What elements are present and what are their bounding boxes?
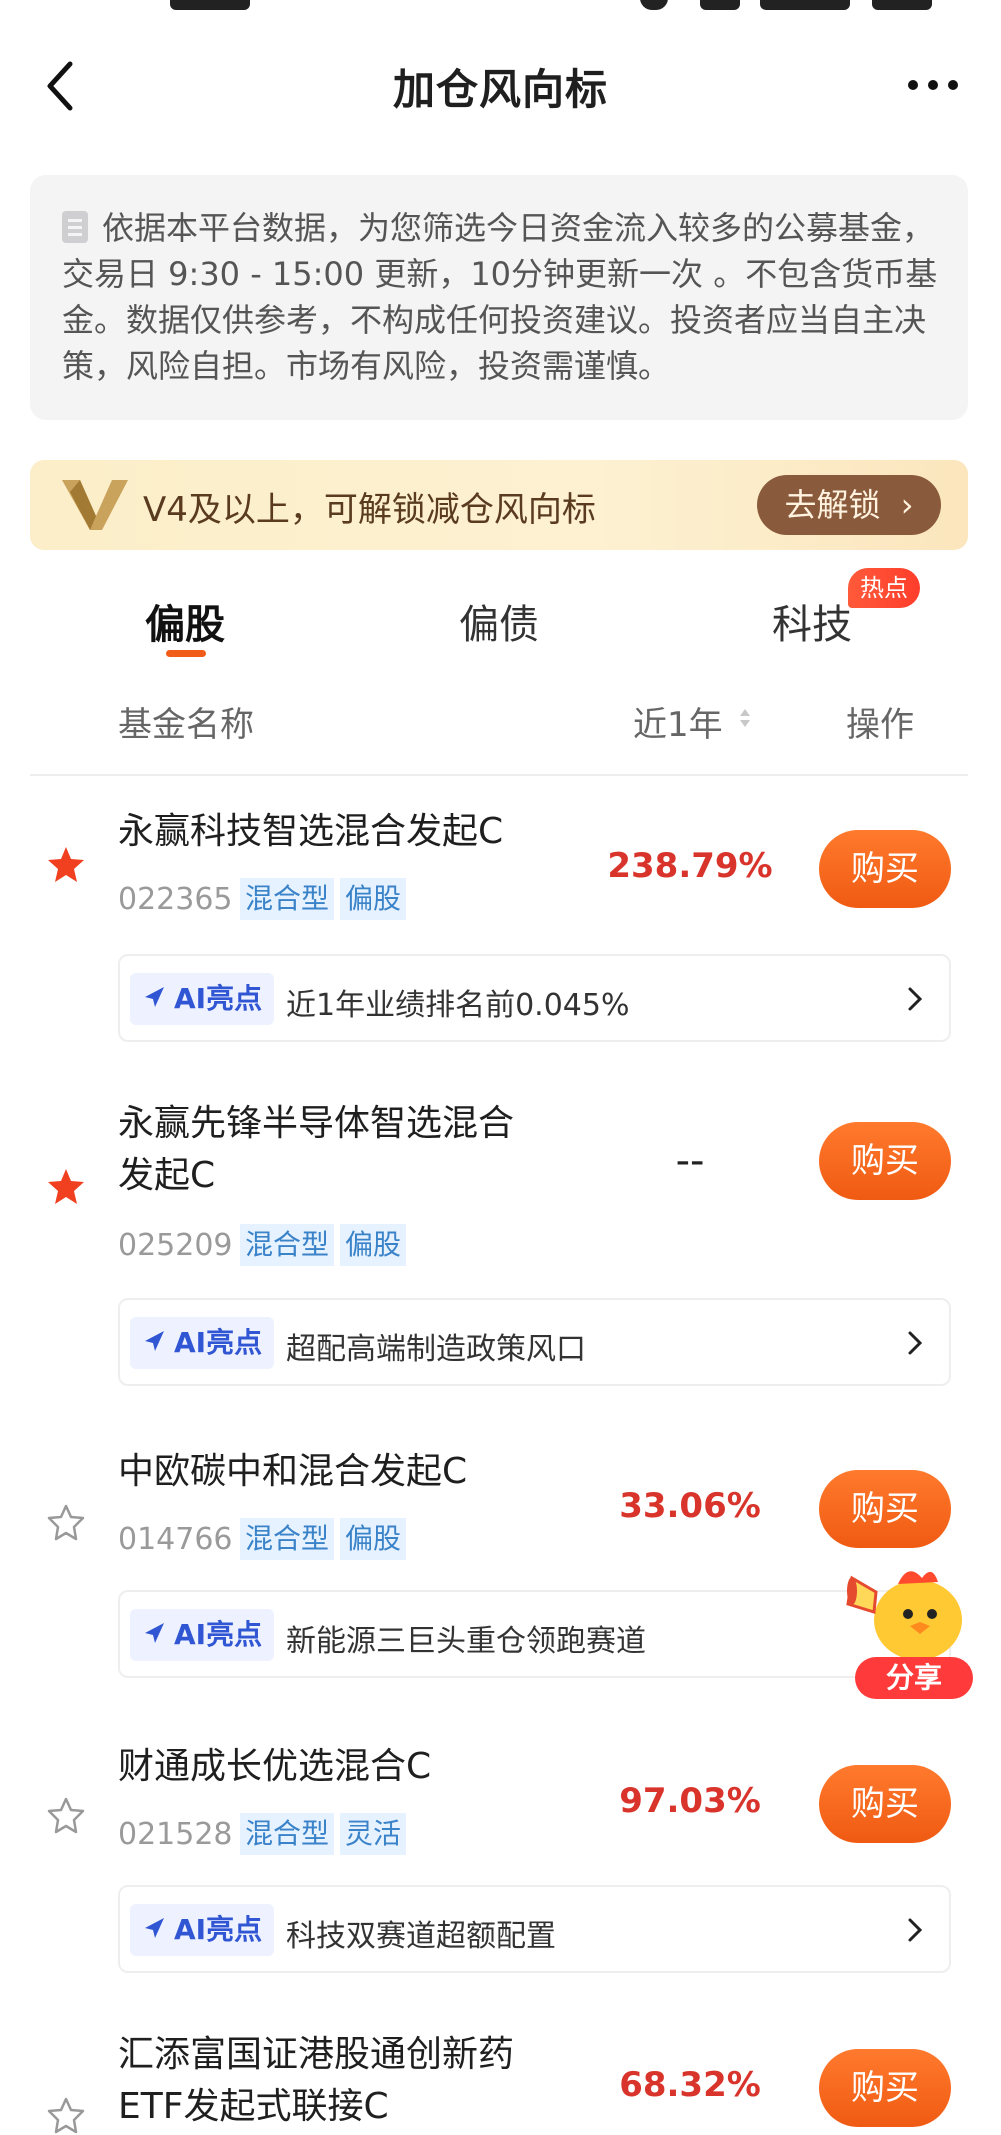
ai-badge: AI亮点 <box>130 1317 275 1369</box>
fund-name[interactable]: 汇添富国证港股通创新药 ETF发起式联接C <box>118 2029 618 2133</box>
tab-stock-biased[interactable]: 偏股 <box>145 592 225 650</box>
more-dots-icon <box>908 80 958 90</box>
fund-name[interactable]: 永赢科技智选混合发起C <box>118 806 618 858</box>
ai-highlight-bar[interactable]: AI亮点 近1年业绩排名前0.045% <box>118 954 951 1042</box>
ai-highlight-bar[interactable]: AI亮点 新能源三巨头重仓领跑赛道 <box>118 1590 951 1678</box>
disclaimer-notice: 依据本平台数据，为您筛选今日资金流入较多的公募基金，交易日 9:30 - 15:… <box>30 175 968 420</box>
fund-name[interactable]: 财通成长优选混合C <box>118 1741 618 1793</box>
ai-badge-label: AI亮点 <box>174 1913 263 1946</box>
fund-name[interactable]: 永赢先锋半导体智选混合 发起C <box>118 1098 618 1202</box>
ai-highlight-text: 超配高端制造政策风口 <box>286 1332 586 1367</box>
ai-badge-label: AI亮点 <box>174 1326 263 1359</box>
column-action: 操作 <box>846 705 914 745</box>
share-label[interactable]: 分享 <box>855 1657 973 1699</box>
one-year-return: 238.79% <box>607 846 773 886</box>
disclaimer-text: 依据本平台数据，为您筛选今日资金流入较多的公募基金，交易日 9:30 - 15:… <box>62 209 938 385</box>
star-outline-icon[interactable] <box>46 1795 86 1835</box>
one-year-return: 68.32% <box>619 2065 761 2105</box>
fund-name-line1: 永赢先锋半导体智选混合 <box>118 1103 515 1144</box>
ai-badge-label: AI亮点 <box>174 982 263 1015</box>
fund-name-line1: 汇添富国证港股通创新药 <box>118 2034 515 2075</box>
tag-fund-type: 混合型 <box>240 1518 335 1560</box>
ai-highlight-text: 近1年业绩排名前0.045% <box>286 988 630 1023</box>
fund-code: 021528 <box>118 1817 233 1852</box>
ai-badge: AI亮点 <box>130 1904 275 1956</box>
buy-button[interactable]: 购买 <box>819 1765 951 1843</box>
tag-fund-style: 偏股 <box>340 1518 407 1560</box>
sort-icon[interactable] <box>738 707 752 729</box>
sparkle-icon <box>145 1623 164 1643</box>
chevron-right-icon <box>908 1331 923 1355</box>
chevron-right-icon: › <box>900 486 914 524</box>
fund-row[interactable]: 永赢先锋半导体智选混合 发起C 025209 混合型 偏股 -- 购买 AI亮点… <box>0 1090 1001 1400</box>
chevron-right-icon <box>908 1918 923 1942</box>
star-outline-icon[interactable] <box>46 2095 86 2135</box>
tab-bond-biased[interactable]: 偏债 <box>459 592 539 650</box>
sparkle-icon <box>145 1918 164 1938</box>
fund-row[interactable]: 汇添富国证港股通创新药 ETF发起式联接C 68.32% 购买 <box>0 2025 1001 2135</box>
active-tab-indicator <box>166 650 206 657</box>
ai-badge: AI亮点 <box>130 1609 275 1661</box>
hot-badge: 热点 <box>848 568 920 608</box>
fund-code: 025209 <box>118 1228 233 1263</box>
tag-fund-style: 灵活 <box>340 1813 407 1855</box>
sparkle-icon <box>145 1331 164 1351</box>
vip-banner-text: V4及以上，可解锁减仓风向标 <box>143 490 596 530</box>
star-filled-icon[interactable] <box>46 844 86 884</box>
unlock-button[interactable]: 去解锁 › <box>757 475 941 535</box>
chevron-right-icon <box>908 987 923 1011</box>
document-icon <box>62 211 88 243</box>
star-outline-icon[interactable] <box>46 1502 86 1542</box>
unlock-button-label: 去解锁 <box>784 486 881 524</box>
buy-button[interactable]: 购买 <box>819 830 951 908</box>
buy-button[interactable]: 购买 <box>819 2049 951 2127</box>
fund-name[interactable]: 中欧碳中和混合发起C <box>118 1446 618 1498</box>
ai-highlight-bar[interactable]: AI亮点 超配高端制造政策风口 <box>118 1298 951 1386</box>
more-button[interactable] <box>905 70 961 100</box>
fund-name-line2: ETF发起式联接C <box>118 2086 389 2127</box>
ai-highlight-bar[interactable]: AI亮点 科技双赛道超额配置 <box>118 1885 951 1973</box>
column-one-year-return[interactable]: 近1年 <box>633 697 723 746</box>
one-year-return: -- <box>675 1138 705 1184</box>
one-year-return: 33.06% <box>619 1486 761 1526</box>
fund-row[interactable]: 永赢科技智选混合发起C 022365 混合型 偏股 238.79% 购买 AI亮… <box>0 790 1001 1050</box>
page-title: 加仓风向标 <box>392 65 608 114</box>
vip-unlock-banner[interactable]: V4及以上，可解锁减仓风向标 去解锁 › <box>30 460 968 550</box>
tag-fund-type: 混合型 <box>240 1224 335 1266</box>
ai-highlight-text: 新能源三巨头重仓领跑赛道 <box>286 1624 646 1659</box>
tag-fund-style: 偏股 <box>340 878 407 920</box>
ai-highlight-text: 科技双赛道超额配置 <box>286 1919 556 1954</box>
fund-code: 014766 <box>118 1522 233 1557</box>
chick-mascot-icon <box>846 1571 962 1660</box>
buy-button[interactable]: 购买 <box>819 1122 951 1200</box>
ai-badge: AI亮点 <box>130 973 275 1025</box>
tag-fund-style: 偏股 <box>340 1224 407 1266</box>
fund-row[interactable]: 财通成长优选混合C 021528 混合型 灵活 97.03% 购买 AI亮点 科… <box>0 1735 1001 1995</box>
vip-v-logo-icon <box>62 480 128 530</box>
ai-badge-label: AI亮点 <box>174 1618 263 1651</box>
star-filled-icon[interactable] <box>46 1166 86 1206</box>
fund-name-line2: 发起C <box>118 1155 216 1196</box>
fund-code: 022365 <box>118 882 233 917</box>
column-fund-name: 基金名称 <box>118 705 254 745</box>
header-divider <box>30 774 968 776</box>
sparkle-icon <box>145 987 164 1007</box>
tab-technology[interactable]: 科技 <box>772 592 852 650</box>
status-bar <box>0 0 1001 14</box>
tag-fund-type: 混合型 <box>240 1813 335 1855</box>
one-year-return: 97.03% <box>619 1781 761 1821</box>
tag-fund-type: 混合型 <box>240 878 335 920</box>
buy-button[interactable]: 购买 <box>819 1470 951 1548</box>
